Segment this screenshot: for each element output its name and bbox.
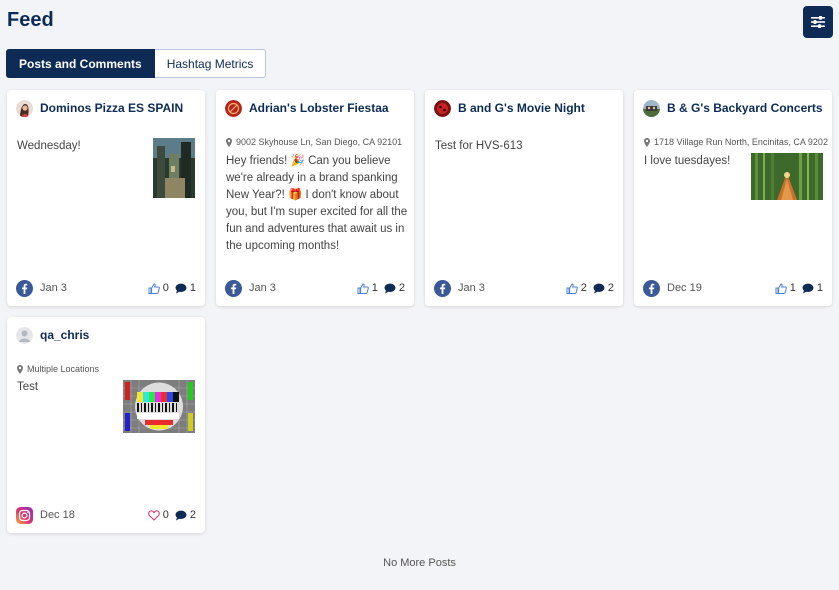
instagram-icon xyxy=(16,506,33,524)
post-text: I love tuesdayes! xyxy=(644,155,731,167)
comments-count: 2 xyxy=(384,282,405,294)
filter-button[interactable] xyxy=(803,6,833,38)
heart-icon xyxy=(147,509,160,521)
avatar xyxy=(225,99,242,117)
thumbs-up-icon xyxy=(566,282,578,294)
facebook-icon xyxy=(16,279,33,297)
likes-count: 2 xyxy=(566,282,587,294)
comment-icon xyxy=(593,283,605,293)
map-pin-icon xyxy=(644,137,650,147)
post-location: 9002 Skyhouse Ln, San Diego, CA 92101 xyxy=(226,137,410,147)
post-date: Dec 19 xyxy=(667,282,702,294)
post-card[interactable]: qa_chris Multiple Locations Test Dec 18 … xyxy=(7,317,205,533)
post-date: Jan 3 xyxy=(40,282,67,294)
post-location: Multiple Locations xyxy=(17,364,201,374)
likes-count: 1 xyxy=(357,282,378,294)
facebook-icon xyxy=(643,279,660,297)
thumbs-up-icon xyxy=(148,282,160,294)
likes-count: 0 xyxy=(147,509,169,521)
comments-count: 2 xyxy=(175,509,196,521)
post-text: Test for HVS-613 xyxy=(435,140,523,152)
likes-count: 1 xyxy=(775,282,796,294)
comment-icon xyxy=(175,510,187,520)
post-location: 1718 Village Run North, Encinitas, CA 92… xyxy=(644,137,828,147)
tab-hashtag-metrics[interactable]: Hashtag Metrics xyxy=(154,49,267,78)
tab-posts-and-comments[interactable]: Posts and Comments xyxy=(6,49,155,78)
page-title: Feed xyxy=(7,9,54,31)
post-date: Jan 3 xyxy=(458,282,485,294)
thumbs-up-icon xyxy=(775,282,787,294)
no-more-posts: No More Posts xyxy=(383,557,456,569)
comment-icon xyxy=(802,283,814,293)
avatar xyxy=(16,99,33,117)
likes-count: 0 xyxy=(148,282,169,294)
post-author[interactable]: qa_chris xyxy=(40,328,89,342)
post-author[interactable]: B & G's Backyard Concerts xyxy=(667,101,823,115)
post-date: Dec 18 xyxy=(40,509,75,521)
post-text: Hey friends! 🎉 Can you believe we're alr… xyxy=(226,155,408,252)
post-date: Jan 3 xyxy=(249,282,276,294)
map-pin-icon xyxy=(17,364,23,374)
post-author[interactable]: Adrian's Lobster Fiestaa xyxy=(249,101,389,115)
facebook-icon xyxy=(225,279,242,297)
post-text: Wednesday! xyxy=(17,140,81,152)
comments-count: 2 xyxy=(593,282,614,294)
comment-icon xyxy=(384,283,396,293)
post-image[interactable] xyxy=(751,153,823,200)
post-card[interactable]: B and G's Movie Night Test for HVS-613 J… xyxy=(425,90,623,306)
post-card[interactable]: B & G's Backyard Concerts 1718 Village R… xyxy=(634,90,832,306)
post-author[interactable]: Dominos Pizza ES SPAIN xyxy=(40,101,183,115)
avatar xyxy=(434,99,451,117)
map-pin-icon xyxy=(226,137,232,147)
facebook-icon xyxy=(434,279,451,297)
post-author[interactable]: B and G's Movie Night xyxy=(458,101,585,115)
sliders-icon xyxy=(811,16,825,28)
avatar xyxy=(643,99,660,117)
post-card[interactable]: Adrian's Lobster Fiestaa 9002 Skyhouse L… xyxy=(216,90,414,306)
feed-tabs: Posts and Comments Hashtag Metrics xyxy=(6,49,267,78)
thumbs-up-icon xyxy=(357,282,369,294)
comment-icon xyxy=(175,283,187,293)
post-card[interactable]: Dominos Pizza ES SPAIN Wednesday! Jan 3 … xyxy=(7,90,205,306)
comments-count: 1 xyxy=(802,282,823,294)
avatar xyxy=(16,326,33,344)
post-image[interactable] xyxy=(153,138,195,198)
post-image[interactable] xyxy=(123,380,195,433)
post-text: Test xyxy=(17,381,39,393)
comments-count: 1 xyxy=(175,282,196,294)
